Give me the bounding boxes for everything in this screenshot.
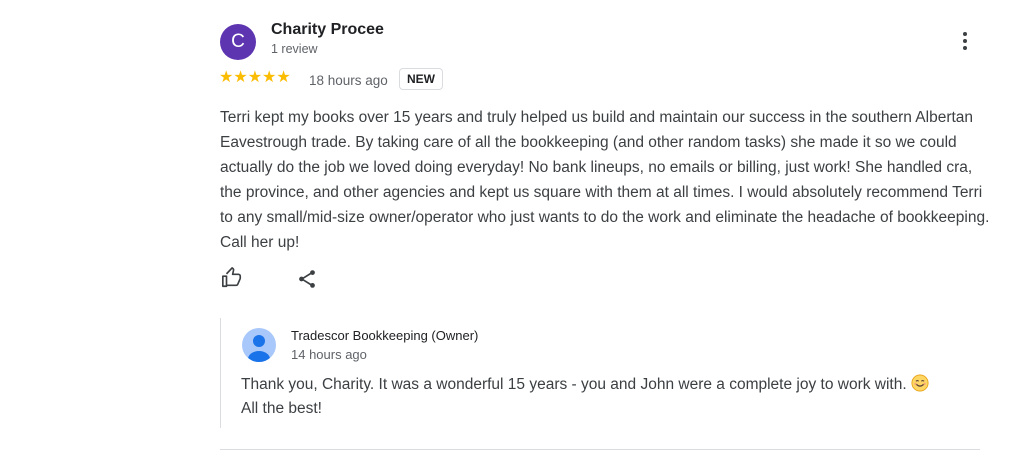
review-time: 18 hours ago	[309, 73, 388, 88]
more-vert-icon	[963, 32, 967, 36]
owner-reply-text-main: Thank you, Charity. It was a wonderful 1…	[241, 376, 911, 393]
owner-name: Tradescor Bookkeeping (Owner)	[291, 328, 479, 343]
thumbs-up-icon	[222, 267, 242, 288]
owner-avatar	[242, 328, 276, 362]
smiling-face-icon	[911, 374, 929, 392]
share-button[interactable]	[296, 268, 318, 290]
owner-reply-text: Thank you, Charity. It was a wonderful 1…	[241, 373, 981, 421]
person-icon	[248, 335, 270, 362]
like-button[interactable]	[221, 267, 243, 289]
star-rating: ★★★★★	[219, 69, 291, 86]
owner-reply-text-closing: All the best!	[241, 400, 322, 417]
owner-reply: Tradescor Bookkeeping (Owner) 14 hours a…	[220, 318, 981, 428]
divider	[220, 449, 980, 450]
new-badge: NEW	[399, 68, 443, 90]
author-avatar[interactable]: C	[220, 24, 256, 60]
review-card: C Charity Procee 1 review ★★★★★ 18 hours…	[0, 0, 1023, 465]
review-text: Terri kept my books over 15 years and tr…	[220, 109, 990, 251]
author-name[interactable]: Charity Procee	[271, 21, 384, 39]
share-icon	[299, 270, 315, 288]
owner-reply-time: 14 hours ago	[291, 347, 367, 362]
author-initial: C	[231, 31, 245, 52]
author-review-count: 1 review	[271, 42, 318, 56]
more-options-button[interactable]	[956, 30, 974, 52]
